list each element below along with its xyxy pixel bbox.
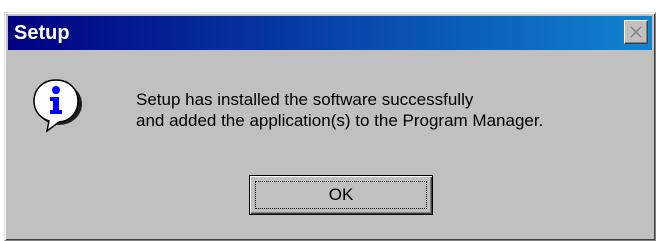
dialog-title: Setup [14, 21, 70, 44]
close-button[interactable] [624, 20, 648, 44]
ok-button[interactable]: OK [249, 175, 433, 215]
page: Setup Setup has installed the software s… [0, 0, 656, 241]
title-bar[interactable]: Setup [8, 16, 652, 50]
message-line: Setup has installed the software success… [136, 90, 474, 109]
message-line: and added the application(s) to the Prog… [136, 111, 544, 130]
setup-dialog: Setup Setup has installed the software s… [4, 12, 656, 241]
info-icon [33, 79, 82, 133]
close-icon [630, 26, 642, 38]
ok-button-label: OK [328, 185, 354, 204]
message-text: Setup has installed the software success… [136, 89, 646, 131]
